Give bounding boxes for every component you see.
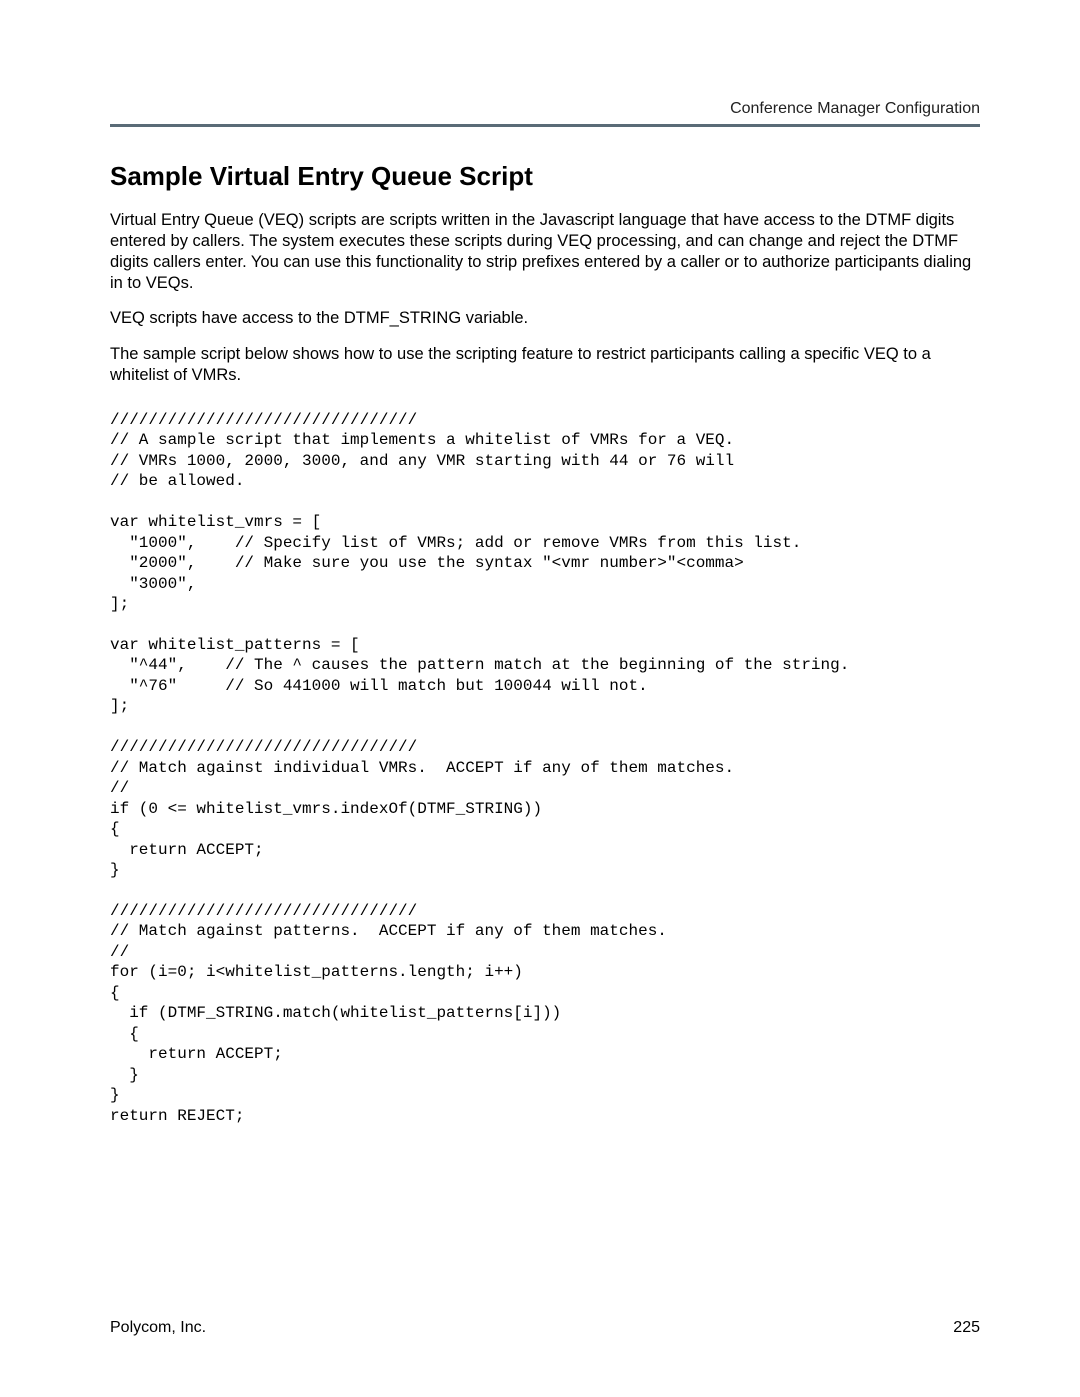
body-paragraph-2: VEQ scripts have access to the DTMF_STRI… xyxy=(110,308,980,329)
page: Conference Manager Configuration Sample … xyxy=(0,0,1080,1397)
body-paragraph-1: Virtual Entry Queue (VEQ) scripts are sc… xyxy=(110,210,980,294)
body-paragraph-3: The sample script below shows how to use… xyxy=(110,344,980,386)
footer-company: Polycom, Inc. xyxy=(110,1319,206,1337)
code-block: //////////////////////////////// // A sa… xyxy=(110,410,980,1126)
running-head: Conference Manager Configuration xyxy=(110,100,980,127)
section-title: Sample Virtual Entry Queue Script xyxy=(110,161,980,192)
footer-page-number: 225 xyxy=(953,1319,980,1337)
page-footer: Polycom, Inc. 225 xyxy=(110,1319,980,1337)
